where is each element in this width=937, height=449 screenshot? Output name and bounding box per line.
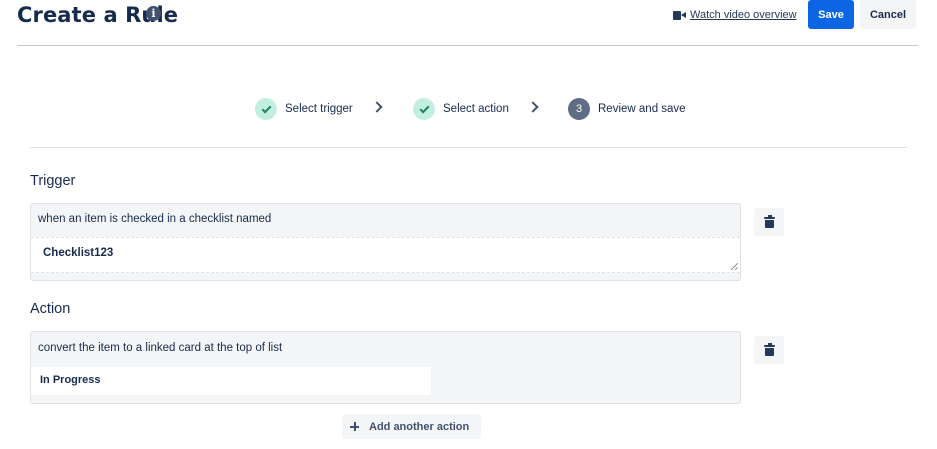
check-icon	[261, 103, 271, 113]
resize-handle-icon[interactable]	[731, 263, 738, 270]
step-select-action[interactable]: Select action	[413, 98, 509, 120]
step-number-badge: 3	[568, 98, 590, 120]
checklist-name-value: Checklist123	[43, 247, 114, 259]
header-divider	[17, 45, 918, 46]
check-icon	[419, 103, 429, 113]
trash-icon	[764, 215, 775, 228]
step-label: Select trigger	[285, 103, 353, 115]
stepper-divider	[30, 147, 907, 148]
trigger-heading: Trigger	[30, 173, 76, 189]
trigger-card: when an item is checked in a checklist n…	[30, 203, 741, 281]
trigger-description: when an item is checked in a checklist n…	[38, 213, 272, 225]
add-action-label: Add another action	[369, 420, 470, 433]
watch-video-label: Watch video overview	[690, 9, 797, 21]
save-button[interactable]: Save	[808, 0, 854, 29]
step-complete-icon	[255, 98, 277, 120]
chevron-right-icon	[527, 101, 539, 113]
list-name-field[interactable]: In Progress	[31, 367, 431, 395]
action-description: convert the item to a linked card at the…	[38, 342, 283, 354]
trash-icon	[764, 343, 775, 356]
step-label: Review and save	[598, 103, 686, 115]
cancel-button[interactable]: Cancel	[860, 0, 916, 29]
step-complete-icon	[413, 98, 435, 120]
list-name-value: In Progress	[40, 374, 101, 386]
chevron-right-icon	[371, 101, 383, 113]
plus-icon	[350, 422, 359, 431]
info-icon[interactable]: i	[146, 6, 161, 21]
delete-action-button[interactable]	[754, 336, 784, 364]
action-card: convert the item to a linked card at the…	[30, 331, 741, 404]
page-header: Create a Rule i Watch video overview Sav…	[0, 0, 937, 46]
action-heading: Action	[30, 301, 71, 317]
watch-video-link[interactable]: Watch video overview	[673, 7, 797, 23]
checklist-name-textarea[interactable]: Checklist123	[31, 237, 740, 273]
step-review-and-save[interactable]: 3 Review and save	[568, 98, 686, 120]
video-camera-icon	[673, 10, 686, 20]
add-another-action-button[interactable]: Add another action	[342, 414, 481, 439]
step-label: Select action	[443, 103, 509, 115]
delete-trigger-button[interactable]	[754, 208, 784, 236]
step-select-trigger[interactable]: Select trigger	[255, 98, 353, 120]
